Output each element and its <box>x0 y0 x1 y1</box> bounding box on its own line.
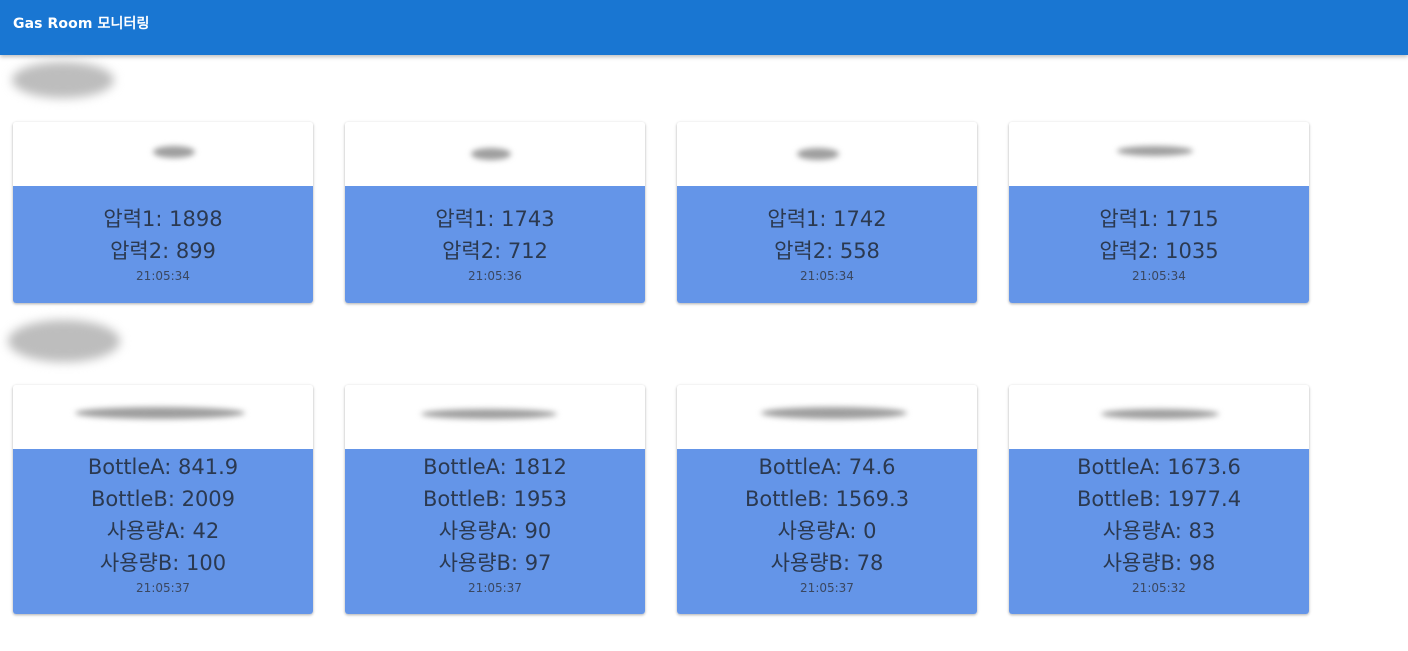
card-title-redacted <box>421 409 557 419</box>
usage-a-value: 사용량A: 42 <box>106 519 220 543</box>
card-title-redacted <box>797 148 839 160</box>
card-header <box>345 385 645 449</box>
bottle-b-value: BottleB: 1977.4 <box>1076 487 1242 511</box>
pressure-1-value: 압력1: 1715 <box>1099 207 1219 231</box>
bottle-b-value: BottleB: 1569.3 <box>744 487 910 511</box>
card-title-redacted <box>1101 409 1219 419</box>
card-header <box>345 122 645 186</box>
usage-a-value: 사용량A: 90 <box>438 519 552 543</box>
timestamp: 21:05:34 <box>136 269 190 283</box>
usage-a-value: 사용량A: 0 <box>777 519 877 543</box>
card-header <box>13 122 313 186</box>
timestamp: 21:05:37 <box>800 581 854 595</box>
bottle-a-value: BottleA: 1812 <box>423 455 567 479</box>
timestamp: 21:05:37 <box>468 581 522 595</box>
card-title-redacted <box>153 146 195 158</box>
section-title-pressure-redacted <box>12 62 114 98</box>
pressure-1-value: 압력1: 1743 <box>435 207 555 231</box>
card-title-redacted <box>471 148 511 160</box>
bottle-b-value: BottleB: 2009 <box>90 487 236 511</box>
usage-b-value: 사용량B: 100 <box>99 551 227 575</box>
pressure-2-value: 압력2: 558 <box>774 239 880 263</box>
bottle-a-value: BottleA: 1673.6 <box>1077 455 1241 479</box>
pressure-2-value: 압력2: 899 <box>110 239 216 263</box>
app-title: Gas Room 모니터링 <box>13 16 150 32</box>
timestamp: 21:05:36 <box>468 269 522 283</box>
pressure-card[interactable]: 압력1: 1715 압력2: 1035 21:05:34 <box>1009 122 1309 303</box>
usage-b-value: 사용량B: 78 <box>770 551 884 575</box>
bottle-card[interactable]: BottleA: 1812 BottleB: 1953 사용량A: 90 사용량… <box>345 385 645 614</box>
pressure-card[interactable]: 압력1: 1742 압력2: 558 21:05:34 <box>677 122 977 303</box>
card-body: BottleA: 1673.6 BottleB: 1977.4 사용량A: 83… <box>1009 449 1309 614</box>
timestamp: 21:05:32 <box>1132 581 1186 595</box>
card-title-redacted <box>75 407 245 419</box>
card-header <box>13 385 313 449</box>
card-title-redacted <box>1117 146 1193 156</box>
timestamp: 21:05:37 <box>136 581 190 595</box>
card-header <box>677 122 977 186</box>
usage-a-value: 사용량A: 83 <box>1102 519 1216 543</box>
usage-b-value: 사용량B: 97 <box>438 551 552 575</box>
pressure-1-value: 압력1: 1742 <box>767 207 887 231</box>
card-header <box>1009 122 1309 186</box>
section-title-bottle-redacted <box>8 320 120 362</box>
bottle-card[interactable]: BottleA: 74.6 BottleB: 1569.3 사용량A: 0 사용… <box>677 385 977 614</box>
timestamp: 21:05:34 <box>1132 269 1186 283</box>
bottle-a-value: BottleA: 841.9 <box>87 455 239 479</box>
card-header <box>677 385 977 449</box>
pressure-1-value: 압력1: 1898 <box>103 207 223 231</box>
app-bar: Gas Room 모니터링 <box>0 0 1408 55</box>
card-body: BottleA: 841.9 BottleB: 2009 사용량A: 42 사용… <box>13 449 313 614</box>
card-body: 압력1: 1742 압력2: 558 21:05:34 <box>677 186 977 303</box>
bottle-card[interactable]: BottleA: 841.9 BottleB: 2009 사용량A: 42 사용… <box>13 385 313 614</box>
pressure-2-value: 압력2: 1035 <box>1099 239 1219 263</box>
bottle-card[interactable]: BottleA: 1673.6 BottleB: 1977.4 사용량A: 83… <box>1009 385 1309 614</box>
bottle-a-value: BottleA: 74.6 <box>758 455 896 479</box>
card-title-redacted <box>761 407 907 419</box>
card-header <box>1009 385 1309 449</box>
pressure-card[interactable]: 압력1: 1898 압력2: 899 21:05:34 <box>13 122 313 303</box>
pressure-2-value: 압력2: 712 <box>442 239 548 263</box>
card-body: BottleA: 1812 BottleB: 1953 사용량A: 90 사용량… <box>345 449 645 614</box>
card-body: 압력1: 1743 압력2: 712 21:05:36 <box>345 186 645 303</box>
pressure-card[interactable]: 압력1: 1743 압력2: 712 21:05:36 <box>345 122 645 303</box>
timestamp: 21:05:34 <box>800 269 854 283</box>
usage-b-value: 사용량B: 98 <box>1102 551 1216 575</box>
card-body: 압력1: 1898 압력2: 899 21:05:34 <box>13 186 313 303</box>
card-body: BottleA: 74.6 BottleB: 1569.3 사용량A: 0 사용… <box>677 449 977 614</box>
bottle-b-value: BottleB: 1953 <box>422 487 568 511</box>
card-body: 압력1: 1715 압력2: 1035 21:05:34 <box>1009 186 1309 303</box>
